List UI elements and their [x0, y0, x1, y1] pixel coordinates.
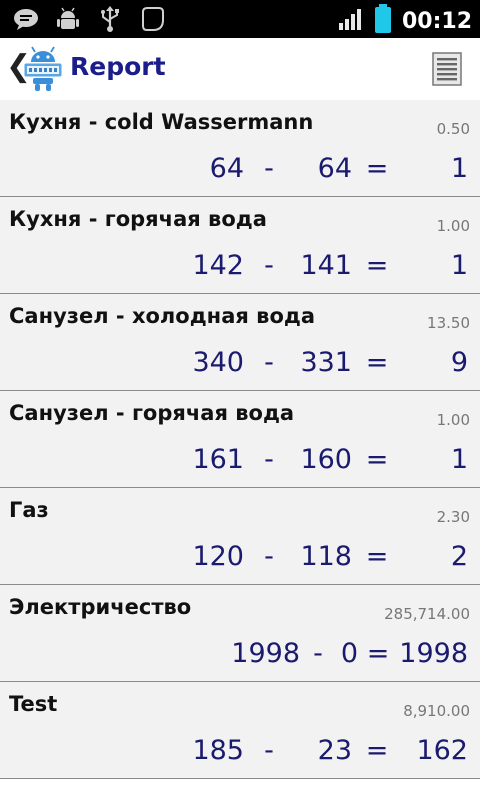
- minus-sign: -: [264, 249, 274, 281]
- meter-rate: 1.00: [436, 217, 470, 235]
- current-reading: 185: [192, 734, 244, 766]
- meter-rate: 8,910.00: [403, 702, 470, 720]
- minus-sign: -: [264, 346, 274, 378]
- previous-reading: 0: [340, 637, 358, 669]
- status-bar: 00:12: [0, 0, 480, 38]
- previous-reading: 160: [300, 443, 352, 475]
- app-logo-icon[interactable]: [22, 46, 64, 92]
- current-reading: 1998: [231, 637, 300, 669]
- menu-icon[interactable]: [432, 52, 462, 86]
- consumption-result: 2: [450, 540, 468, 572]
- reading-calculation: 1998 - 0 = 1998: [230, 635, 468, 671]
- consumption-result: 162: [416, 734, 468, 766]
- meter-name: Test: [9, 692, 58, 716]
- minus-sign: -: [264, 734, 274, 766]
- list-item[interactable]: Санузел - холодная вода 13.50 340 - 331 …: [0, 294, 480, 391]
- battery-icon: [374, 4, 392, 38]
- reading-calculation: 142 - 141 = 1: [164, 247, 468, 283]
- previous-reading: 331: [300, 346, 352, 378]
- list-item[interactable]: Электричество 285,714.00 1998 - 0 = 1998: [0, 585, 480, 682]
- consumption-result: 1998: [399, 637, 468, 669]
- clock: 00:12: [401, 8, 472, 34]
- equals-sign: =: [365, 443, 389, 475]
- equals-sign: =: [365, 734, 389, 766]
- current-reading: 340: [192, 346, 244, 378]
- action-bar: ❮ Report: [0, 38, 480, 100]
- reading-calculation: 340 - 331 = 9: [164, 344, 468, 380]
- previous-reading: 118: [300, 540, 352, 572]
- chat-notification-icon: [12, 6, 40, 32]
- meter-name: Санузел - горячая вода: [9, 401, 295, 425]
- meter-name: Санузел - холодная вода: [9, 304, 316, 328]
- meter-report-list: Кухня - cold Wassermann 0.50 64 - 64 = 1…: [0, 100, 480, 779]
- signal-icon: [338, 7, 364, 35]
- app-notification-icon: [138, 6, 166, 32]
- meter-name: Кухня - cold Wassermann: [9, 110, 314, 134]
- notification-icons: [12, 6, 166, 32]
- reading-calculation: 120 - 118 = 2: [164, 538, 468, 574]
- meter-rate: 0.50: [436, 120, 470, 138]
- page-title: Report: [70, 52, 166, 81]
- minus-sign: -: [313, 637, 323, 669]
- previous-reading: 64: [317, 152, 352, 184]
- consumption-result: 9: [450, 346, 468, 378]
- equals-sign: =: [366, 637, 390, 669]
- usb-icon: [96, 6, 124, 32]
- current-reading: 64: [209, 152, 244, 184]
- equals-sign: =: [365, 540, 389, 572]
- consumption-result: 1: [450, 152, 468, 184]
- list-item[interactable]: Санузел - горячая вода 1.00 161 - 160 = …: [0, 391, 480, 488]
- system-indicators: 00:12: [338, 4, 472, 38]
- android-debug-icon: [54, 6, 82, 32]
- reading-calculation: 185 - 23 = 162: [164, 732, 468, 768]
- reading-calculation: 161 - 160 = 1: [164, 441, 468, 477]
- meter-rate: 1.00: [436, 411, 470, 429]
- current-reading: 120: [192, 540, 244, 572]
- previous-reading: 141: [300, 249, 352, 281]
- list-item[interactable]: Test 8,910.00 185 - 23 = 162: [0, 682, 480, 779]
- current-reading: 161: [192, 443, 244, 475]
- equals-sign: =: [365, 346, 389, 378]
- minus-sign: -: [264, 152, 274, 184]
- meter-name: Газ: [9, 498, 49, 522]
- meter-rate: 2.30: [436, 508, 470, 526]
- meter-name: Электричество: [9, 595, 192, 619]
- previous-reading: 23: [317, 734, 352, 766]
- minus-sign: -: [264, 443, 274, 475]
- meter-rate: 285,714.00: [384, 605, 470, 623]
- current-reading: 142: [192, 249, 244, 281]
- equals-sign: =: [365, 249, 389, 281]
- equals-sign: =: [365, 152, 389, 184]
- list-item[interactable]: Кухня - горячая вода 1.00 142 - 141 = 1: [0, 197, 480, 294]
- reading-calculation: 64 - 64 = 1: [164, 150, 468, 186]
- meter-name: Кухня - горячая вода: [9, 207, 267, 231]
- consumption-result: 1: [450, 443, 468, 475]
- list-item[interactable]: Кухня - cold Wassermann 0.50 64 - 64 = 1: [0, 100, 480, 197]
- meter-rate: 13.50: [427, 314, 470, 332]
- list-item[interactable]: Газ 2.30 120 - 118 = 2: [0, 488, 480, 585]
- consumption-result: 1: [450, 249, 468, 281]
- minus-sign: -: [264, 540, 274, 572]
